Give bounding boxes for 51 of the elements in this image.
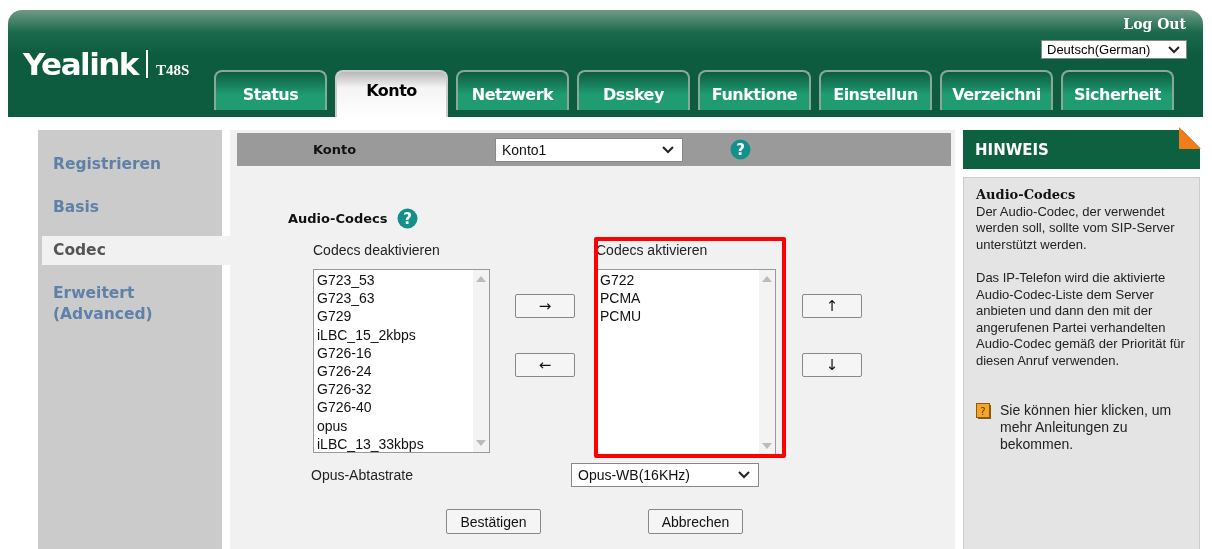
logout-link[interactable]: Log Out (1123, 16, 1186, 32)
scroll-up-icon[interactable] (476, 276, 486, 282)
opus-rate-label: Opus-Abtastrate (311, 467, 414, 483)
list-option[interactable]: PCMA (600, 289, 756, 308)
scroll-down-icon[interactable] (762, 443, 772, 449)
help-book-icon[interactable]: ? (976, 403, 992, 420)
list-option[interactable]: G723_53 (317, 271, 470, 290)
model-name: T48S (156, 61, 190, 79)
list-option[interactable]: G722 (600, 271, 756, 290)
list-option[interactable]: G726-24 (317, 362, 470, 381)
help-link[interactable]: Sie können hier klicken, um mehr Anleitungen zu bekommen. (1000, 402, 1187, 453)
form-button[interactable]: Bestätigen (446, 509, 541, 534)
chevron-down-icon (738, 471, 750, 479)
scroll-down-icon[interactable] (476, 440, 486, 446)
list-option[interactable]: G726-40 (317, 398, 470, 417)
move-button[interactable]: ← (515, 353, 575, 377)
chevron-down-icon (662, 145, 674, 154)
help-icon[interactable]: ? (730, 139, 751, 160)
list-option[interactable]: PCMU (600, 307, 756, 326)
list-label: Codecs aktivieren (596, 242, 709, 260)
sidebar-item[interactable]: Codec (42, 236, 230, 265)
hint-text: Der Audio-Codec, der verwendet werden soll, sollte vom SIP-Server unterstützt werden. (976, 203, 1176, 253)
list-label: Codecs deaktivieren (313, 242, 441, 260)
list-option[interactable]: G729 (317, 307, 470, 326)
chevron-down-icon (1168, 45, 1180, 54)
account-select[interactable]: Konto1 (495, 137, 683, 162)
hint-heading: Audio-Codecs (976, 187, 1077, 204)
scrollbar[interactable] (473, 270, 489, 452)
corner-icon (1179, 127, 1201, 149)
list-option[interactable]: opus (317, 416, 470, 435)
account-label: Konto (312, 142, 358, 157)
list-option[interactable]: G726-16 (317, 343, 470, 362)
list-option[interactable]: G726-32 (317, 380, 470, 399)
hint-title: HINWEIS (975, 140, 1049, 159)
order-button[interactable]: ↓ (802, 353, 862, 377)
form-button[interactable]: Abbrechen (648, 509, 743, 534)
section-title: Audio-Codecs (288, 211, 388, 226)
logo: Yealink (23, 46, 138, 82)
order-button[interactable]: ↑ (802, 294, 862, 318)
list-option[interactable]: iLBC_13_33kbps (317, 434, 470, 454)
list-option[interactable]: G723_63 (317, 289, 470, 308)
scroll-up-icon[interactable] (762, 276, 772, 282)
enabled-codecs-list[interactable]: G722 PCMA PCMU (596, 269, 776, 456)
list-option[interactable]: iLBC_15_2kbps (317, 325, 470, 344)
scrollbar[interactable] (759, 270, 775, 455)
help-icon[interactable]: ? (397, 208, 419, 229)
hint-text: Das IP-Telefon wird die aktivierte Audio-Codec-Liste dem Server anbieten und dann den mit der angerufenen Partei verhandelten Audio-Codec gemäß der Priorität für diesen Anruf verwenden. (976, 270, 1186, 369)
move-button[interactable]: → (515, 294, 575, 318)
opus-rate-select[interactable]: Opus-WB(16KHz) (571, 463, 759, 487)
nav-tab[interactable]: Konto (335, 70, 448, 117)
language-select[interactable]: Deutsch(German) (1041, 40, 1187, 59)
